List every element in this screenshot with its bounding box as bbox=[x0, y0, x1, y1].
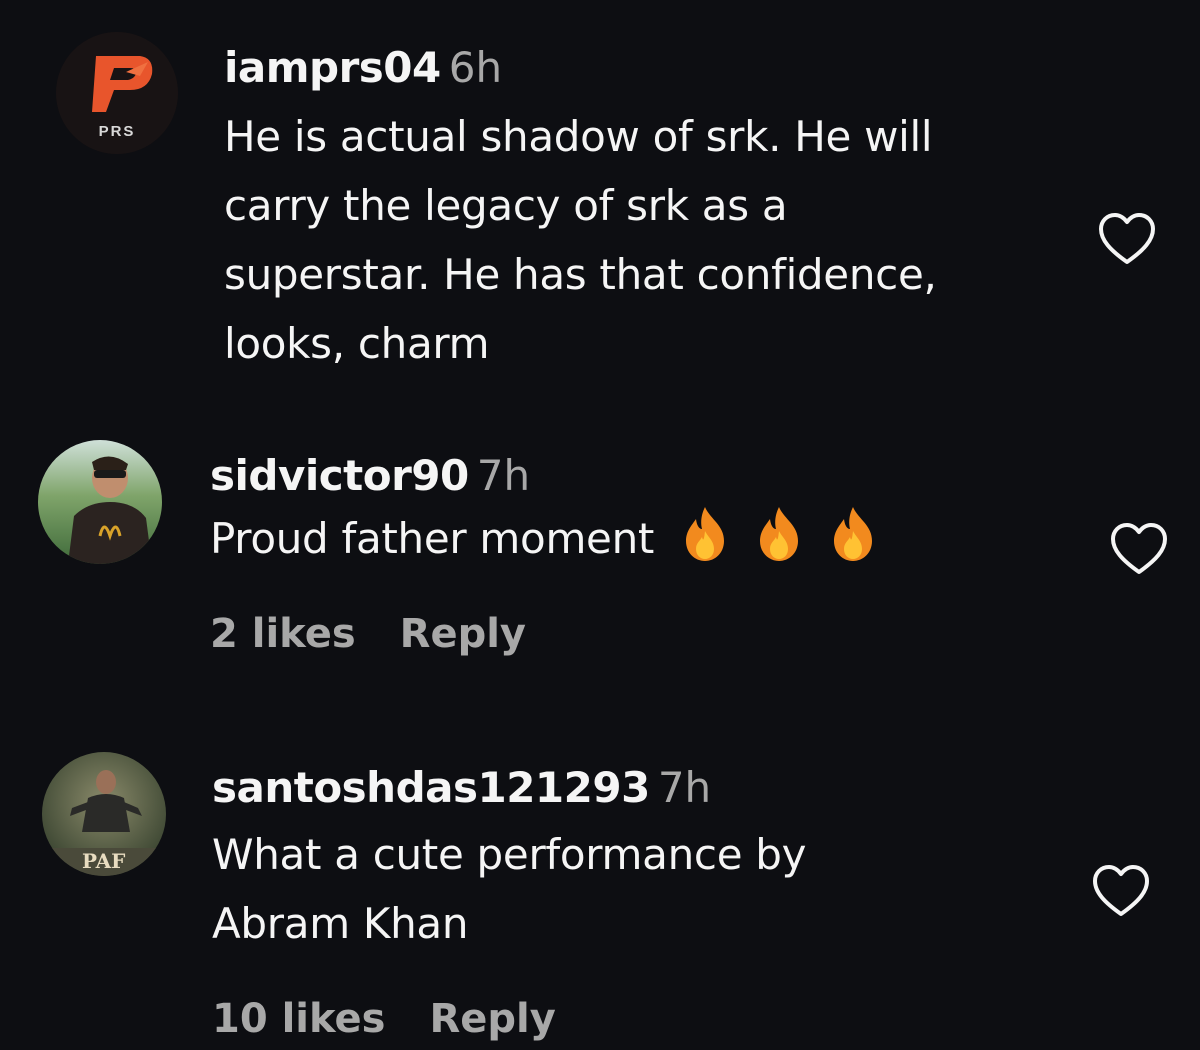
username[interactable]: iamprs04 bbox=[224, 43, 441, 92]
username[interactable]: sidvictor90 bbox=[210, 451, 469, 500]
timestamp: 7h bbox=[657, 763, 712, 812]
likes-count[interactable]: 10 likes bbox=[212, 996, 385, 1042]
avatar[interactable] bbox=[38, 440, 162, 564]
svg-text:PRS: PRS bbox=[99, 123, 136, 140]
svg-text:PAF: PAF bbox=[82, 849, 125, 873]
comment-header: iamprs04 6h bbox=[224, 40, 937, 96]
like-heart-icon[interactable] bbox=[1108, 520, 1170, 578]
comments-list: PRS iamprs04 6h He is actual shadow of sr… bbox=[0, 0, 1200, 1050]
prs-logo-icon: PRS bbox=[56, 32, 178, 154]
avatar[interactable]: PRS bbox=[56, 32, 178, 154]
like-heart-icon[interactable] bbox=[1090, 862, 1152, 920]
comment-header: santoshdas121293 7h bbox=[212, 760, 806, 816]
comment-text: He is actual shadow of srk. He will carr… bbox=[224, 112, 937, 368]
reply-button[interactable]: Reply bbox=[400, 611, 526, 657]
timestamp: 6h bbox=[448, 43, 503, 92]
comment-text: Proud father moment bbox=[210, 504, 876, 573]
timestamp: 7h bbox=[476, 451, 531, 500]
user-photo-icon: PAF bbox=[42, 752, 166, 876]
fire-icon bbox=[834, 507, 873, 561]
username[interactable]: santoshdas121293 bbox=[212, 763, 650, 812]
likes-count[interactable]: 2 likes bbox=[210, 611, 356, 657]
comment-meta: 2 likes Reply bbox=[210, 609, 876, 659]
user-photo-icon bbox=[38, 440, 162, 564]
avatar[interactable]: PAF bbox=[42, 752, 166, 876]
comment-header: sidvictor90 7h bbox=[210, 448, 876, 504]
fire-icon bbox=[760, 507, 799, 561]
comment-text: What a cute performance by Abram Khan bbox=[212, 830, 807, 948]
fire-icon bbox=[686, 507, 725, 561]
comment-meta: 10 likes Reply bbox=[212, 994, 806, 1044]
reply-button[interactable]: Reply bbox=[429, 996, 555, 1042]
like-heart-icon[interactable] bbox=[1096, 210, 1158, 268]
